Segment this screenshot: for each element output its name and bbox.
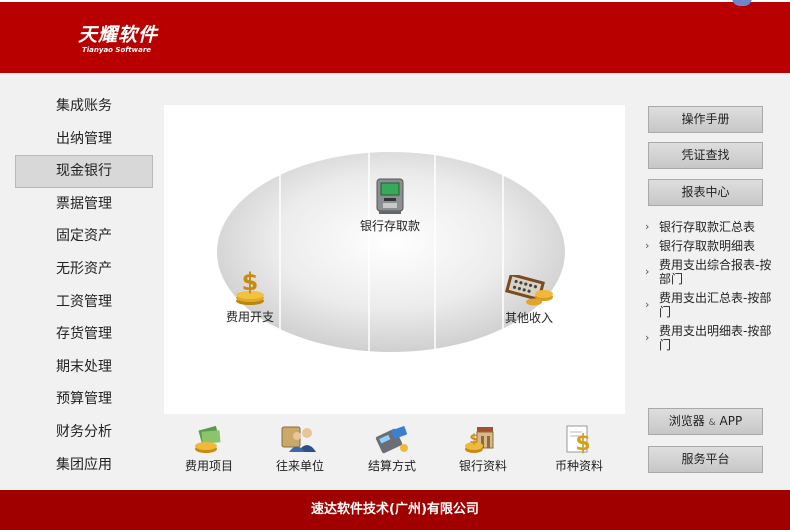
flow-panel: 银行存取款 $ 费用开支 其他收入 (164, 105, 625, 414)
browser-label: 浏览器 (668, 414, 705, 428)
report-center-button[interactable]: 报表中心 (648, 179, 763, 206)
flow-node-bank-deposit-withdraw[interactable]: 银行存取款 (360, 177, 420, 234)
currency-info-button[interactable]: $ 币种资料 (544, 424, 614, 474)
app-label: APP (719, 414, 743, 428)
logo-english: Tianyao Software (82, 46, 152, 54)
report-link-text: 费用支出综合报表-按部门 (659, 258, 772, 286)
flow-node-label: 其他收入 (504, 311, 553, 325)
chevron-right-icon: › (645, 265, 650, 278)
menu-item-payroll[interactable]: 工资管理 (15, 286, 153, 319)
basic-data-bar: 费用项目 往来单位 结算方式 $ 银行资料 $ 币种资料 (164, 424, 625, 482)
app-footer: 速达软件技术(广州)有限公司 (0, 490, 790, 530)
bank-icon: $ (465, 427, 494, 453)
settlement-method-button[interactable]: 结算方式 (357, 424, 427, 474)
report-link-text: 费用支出汇总表-按部门 (659, 291, 772, 319)
report-list: › 银行存取款汇总表 › 银行存取款明细表 › 费用支出综合报表-按部门 › 费… (643, 220, 783, 357)
chevron-right-icon: › (645, 239, 650, 252)
contacts-button[interactable]: 往来单位 (265, 424, 335, 474)
app-header: 天耀软件 Tianyao Software (0, 0, 790, 73)
report-link-text: 银行存取款汇总表 (659, 220, 756, 234)
report-link-bank-summary[interactable]: › 银行存取款汇总表 (643, 220, 783, 234)
contacts-icon (281, 426, 316, 452)
voucher-search-button[interactable]: 凭证查找 (648, 142, 763, 169)
svg-text:$: $ (242, 270, 259, 296)
report-link-expense-detail[interactable]: › 费用支出明细表-按部门 (643, 324, 783, 352)
menu-item-fixed-assets[interactable]: 固定资产 (15, 220, 153, 253)
chevron-right-icon: › (645, 298, 650, 311)
dollar-stack-icon: $ (236, 270, 264, 305)
report-link-expense-summary[interactable]: › 费用支出汇总表-按部门 (643, 291, 783, 319)
card-terminal-icon (375, 426, 408, 454)
service-platform-button[interactable]: 服务平台 (648, 446, 763, 473)
settlement-method-label: 结算方式 (367, 459, 416, 473)
report-link-bank-detail[interactable]: › 银行存取款明细表 (643, 239, 783, 253)
bank-info-label: 银行资料 (458, 459, 507, 473)
flow-node-other-income[interactable]: 其他收入 (503, 275, 555, 326)
expense-item-label: 费用项目 (184, 459, 233, 473)
menu-item-budget[interactable]: 预算管理 (15, 383, 153, 416)
expense-item-icon (195, 425, 221, 453)
flow-ellipse-graphic (217, 152, 565, 352)
currency-icon: $ (566, 425, 591, 454)
atm-icon (376, 178, 404, 214)
menu-item-group-application[interactable]: 集团应用 (15, 449, 153, 482)
corner-decoration (732, 0, 752, 6)
report-link-text: 费用支出明细表-按部门 (659, 324, 772, 352)
chevron-right-icon: › (645, 220, 650, 233)
browser-app-button[interactable]: 浏览器 & APP (648, 408, 763, 435)
left-menu: 集成账务 出纳管理 现金银行 票据管理 固定资产 无形资产 工资管理 存货管理 … (15, 90, 153, 481)
tianyao-logo: 天耀软件 Tianyao Software (78, 20, 158, 54)
abacus-coins-icon (505, 275, 553, 306)
menu-item-bills[interactable]: 票据管理 (15, 188, 153, 221)
flow-node-label: 费用开支 (226, 310, 275, 324)
svg-text:$: $ (575, 431, 590, 454)
contacts-label: 往来单位 (275, 459, 324, 473)
ampersand-label: & (708, 418, 716, 428)
menu-item-period-end[interactable]: 期末处理 (15, 351, 153, 384)
menu-item-inventory[interactable]: 存货管理 (15, 318, 153, 351)
chevron-right-icon: › (645, 331, 650, 344)
flow-node-label: 银行存取款 (360, 219, 421, 233)
menu-item-integrated-accounting[interactable]: 集成账务 (15, 90, 153, 123)
bank-info-button[interactable]: $ 银行资料 (448, 424, 518, 474)
svg-text:$: $ (469, 432, 478, 447)
company-name: 速达软件技术(广州)有限公司 (311, 502, 479, 517)
currency-info-label: 币种资料 (554, 459, 603, 473)
logo-chinese: 天耀软件 (78, 24, 159, 46)
operation-manual-button[interactable]: 操作手册 (648, 106, 763, 133)
flow-node-expense[interactable]: $ 费用开支 (226, 270, 274, 325)
menu-item-intangible-assets[interactable]: 无形资产 (15, 253, 153, 286)
report-link-expense-comprehensive[interactable]: › 费用支出综合报表-按部门 (643, 258, 783, 286)
expense-item-button[interactable]: 费用项目 (174, 424, 244, 474)
menu-item-cash-bank[interactable]: 现金银行 (15, 155, 153, 188)
menu-item-financial-analysis[interactable]: 财务分析 (15, 416, 153, 449)
menu-item-cashier[interactable]: 出纳管理 (15, 123, 153, 156)
report-link-text: 银行存取款明细表 (659, 239, 756, 253)
